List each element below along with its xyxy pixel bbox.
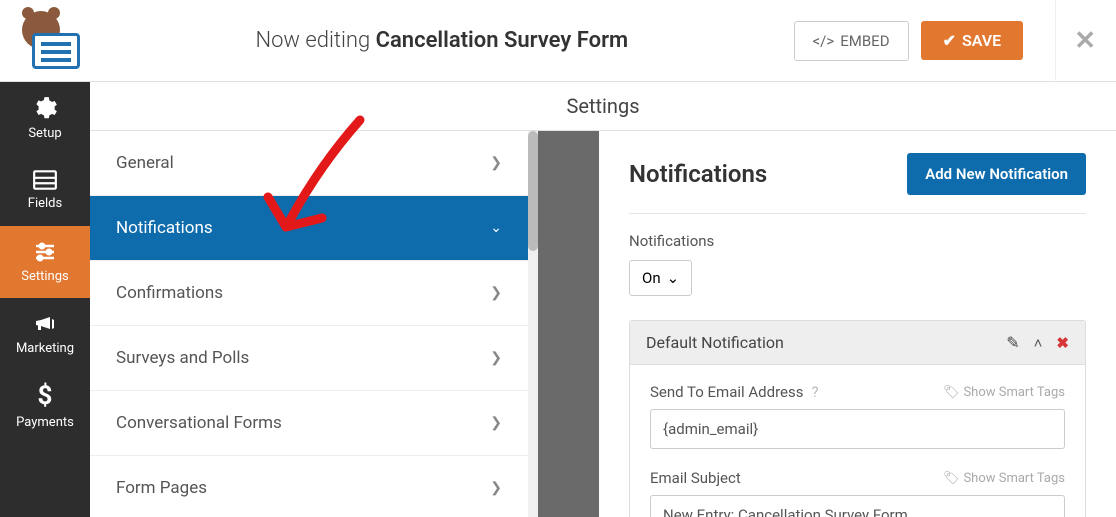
dollar-icon: $ <box>35 382 55 410</box>
sidebar-label: Fields <box>28 196 62 211</box>
chevron-right-icon: ❯ <box>490 480 502 496</box>
menu-item-conversational[interactable]: Conversational Forms ❯ <box>90 391 528 456</box>
sidebar-item-payments[interactable]: $ Payments <box>0 370 90 442</box>
sidebar-label: Settings <box>21 269 68 284</box>
field-label: Email Subject <box>650 469 741 487</box>
tag-icon: 🏷 <box>943 385 960 400</box>
builder-header: Now editing Cancellation Survey Form </>… <box>0 0 1116 82</box>
scrollbar-thumb[interactable] <box>528 131 538 251</box>
notification-card: Default Notification ✎ ˄ ✖ Send To Email… <box>629 320 1086 517</box>
main-area: Setup Fields Settings Marketing $ Paymen… <box>0 82 1116 517</box>
menu-item-notifications[interactable]: Notifications ⌄ <box>90 196 528 261</box>
card-header: Default Notification ✎ ˄ ✖ <box>630 321 1085 365</box>
email-subject-input[interactable] <box>650 495 1065 517</box>
gear-icon <box>32 95 58 121</box>
card-title: Default Notification <box>646 333 784 352</box>
menu-item-confirmations[interactable]: Confirmations ❯ <box>90 261 528 326</box>
chevron-right-icon: ❯ <box>490 285 502 301</box>
notifications-toggle[interactable]: On ⌄ <box>629 260 692 296</box>
sidebar-item-fields[interactable]: Fields <box>0 154 90 226</box>
notifications-panel: Notifications Add New Notification Notif… <box>598 131 1116 517</box>
app-logo <box>20 11 90 71</box>
menu-item-general[interactable]: General ❯ <box>90 131 528 196</box>
chevron-right-icon: ❯ <box>490 350 502 366</box>
sidebar-label: Payments <box>16 415 74 430</box>
sidebar-item-settings[interactable]: Settings <box>0 226 90 298</box>
save-button[interactable]: ✔ SAVE <box>921 21 1024 60</box>
sidebar-item-setup[interactable]: Setup <box>0 82 90 154</box>
sidebar-label: Setup <box>28 126 61 141</box>
check-icon: ✔ <box>943 31 956 50</box>
preview-gutter <box>538 131 598 517</box>
megaphone-icon <box>32 312 58 336</box>
help-icon[interactable]: ? <box>811 383 818 401</box>
chevron-right-icon: ❯ <box>490 155 502 171</box>
form-name: Cancellation Survey Form <box>376 28 629 53</box>
tag-icon: 🏷 <box>943 471 960 486</box>
menu-item-form-pages[interactable]: Form Pages ❯ <box>90 456 528 517</box>
header-title: Now editing Cancellation Survey Form <box>90 28 794 53</box>
code-icon: </> <box>813 32 835 50</box>
smart-tags-toggle[interactable]: 🏷 Show Smart Tags <box>943 385 1065 400</box>
sliders-icon <box>32 240 58 264</box>
send-to-input[interactable] <box>650 409 1065 449</box>
svg-text:$: $ <box>38 382 53 410</box>
menu-item-surveys[interactable]: Surveys and Polls ❯ <box>90 326 528 391</box>
chevron-up-icon[interactable]: ˄ <box>1034 334 1043 352</box>
chevron-right-icon: ❯ <box>490 415 502 431</box>
chevron-down-icon: ⌄ <box>490 220 502 236</box>
field-label: Send To Email Address <box>650 383 803 401</box>
settings-menu: General ❯ Notifications ⌄ Confirmations … <box>90 131 528 517</box>
chevron-down-icon: ⌄ <box>667 269 680 287</box>
sidebar: Setup Fields Settings Marketing $ Paymen… <box>0 82 90 517</box>
smart-tags-toggle[interactable]: 🏷 Show Smart Tags <box>943 471 1065 486</box>
close-icon: ✕ <box>1074 26 1096 56</box>
sidebar-label: Marketing <box>16 341 74 356</box>
list-icon <box>32 169 58 191</box>
content-area: Settings General ❯ Notifications ⌄ Confi… <box>90 82 1116 517</box>
toggle-label: Notifications <box>629 232 1086 250</box>
sidebar-item-marketing[interactable]: Marketing <box>0 298 90 370</box>
close-button[interactable]: ✕ <box>1055 0 1096 82</box>
scrollbar[interactable] <box>528 131 538 517</box>
edit-icon[interactable]: ✎ <box>1006 333 1019 352</box>
embed-button[interactable]: </> EMBED <box>794 21 909 61</box>
editing-prefix: Now editing <box>255 28 370 53</box>
panel-title: Notifications <box>629 160 767 188</box>
delete-icon[interactable]: ✖ <box>1056 334 1069 352</box>
settings-heading: Settings <box>90 82 1116 131</box>
add-notification-button[interactable]: Add New Notification <box>907 153 1086 195</box>
